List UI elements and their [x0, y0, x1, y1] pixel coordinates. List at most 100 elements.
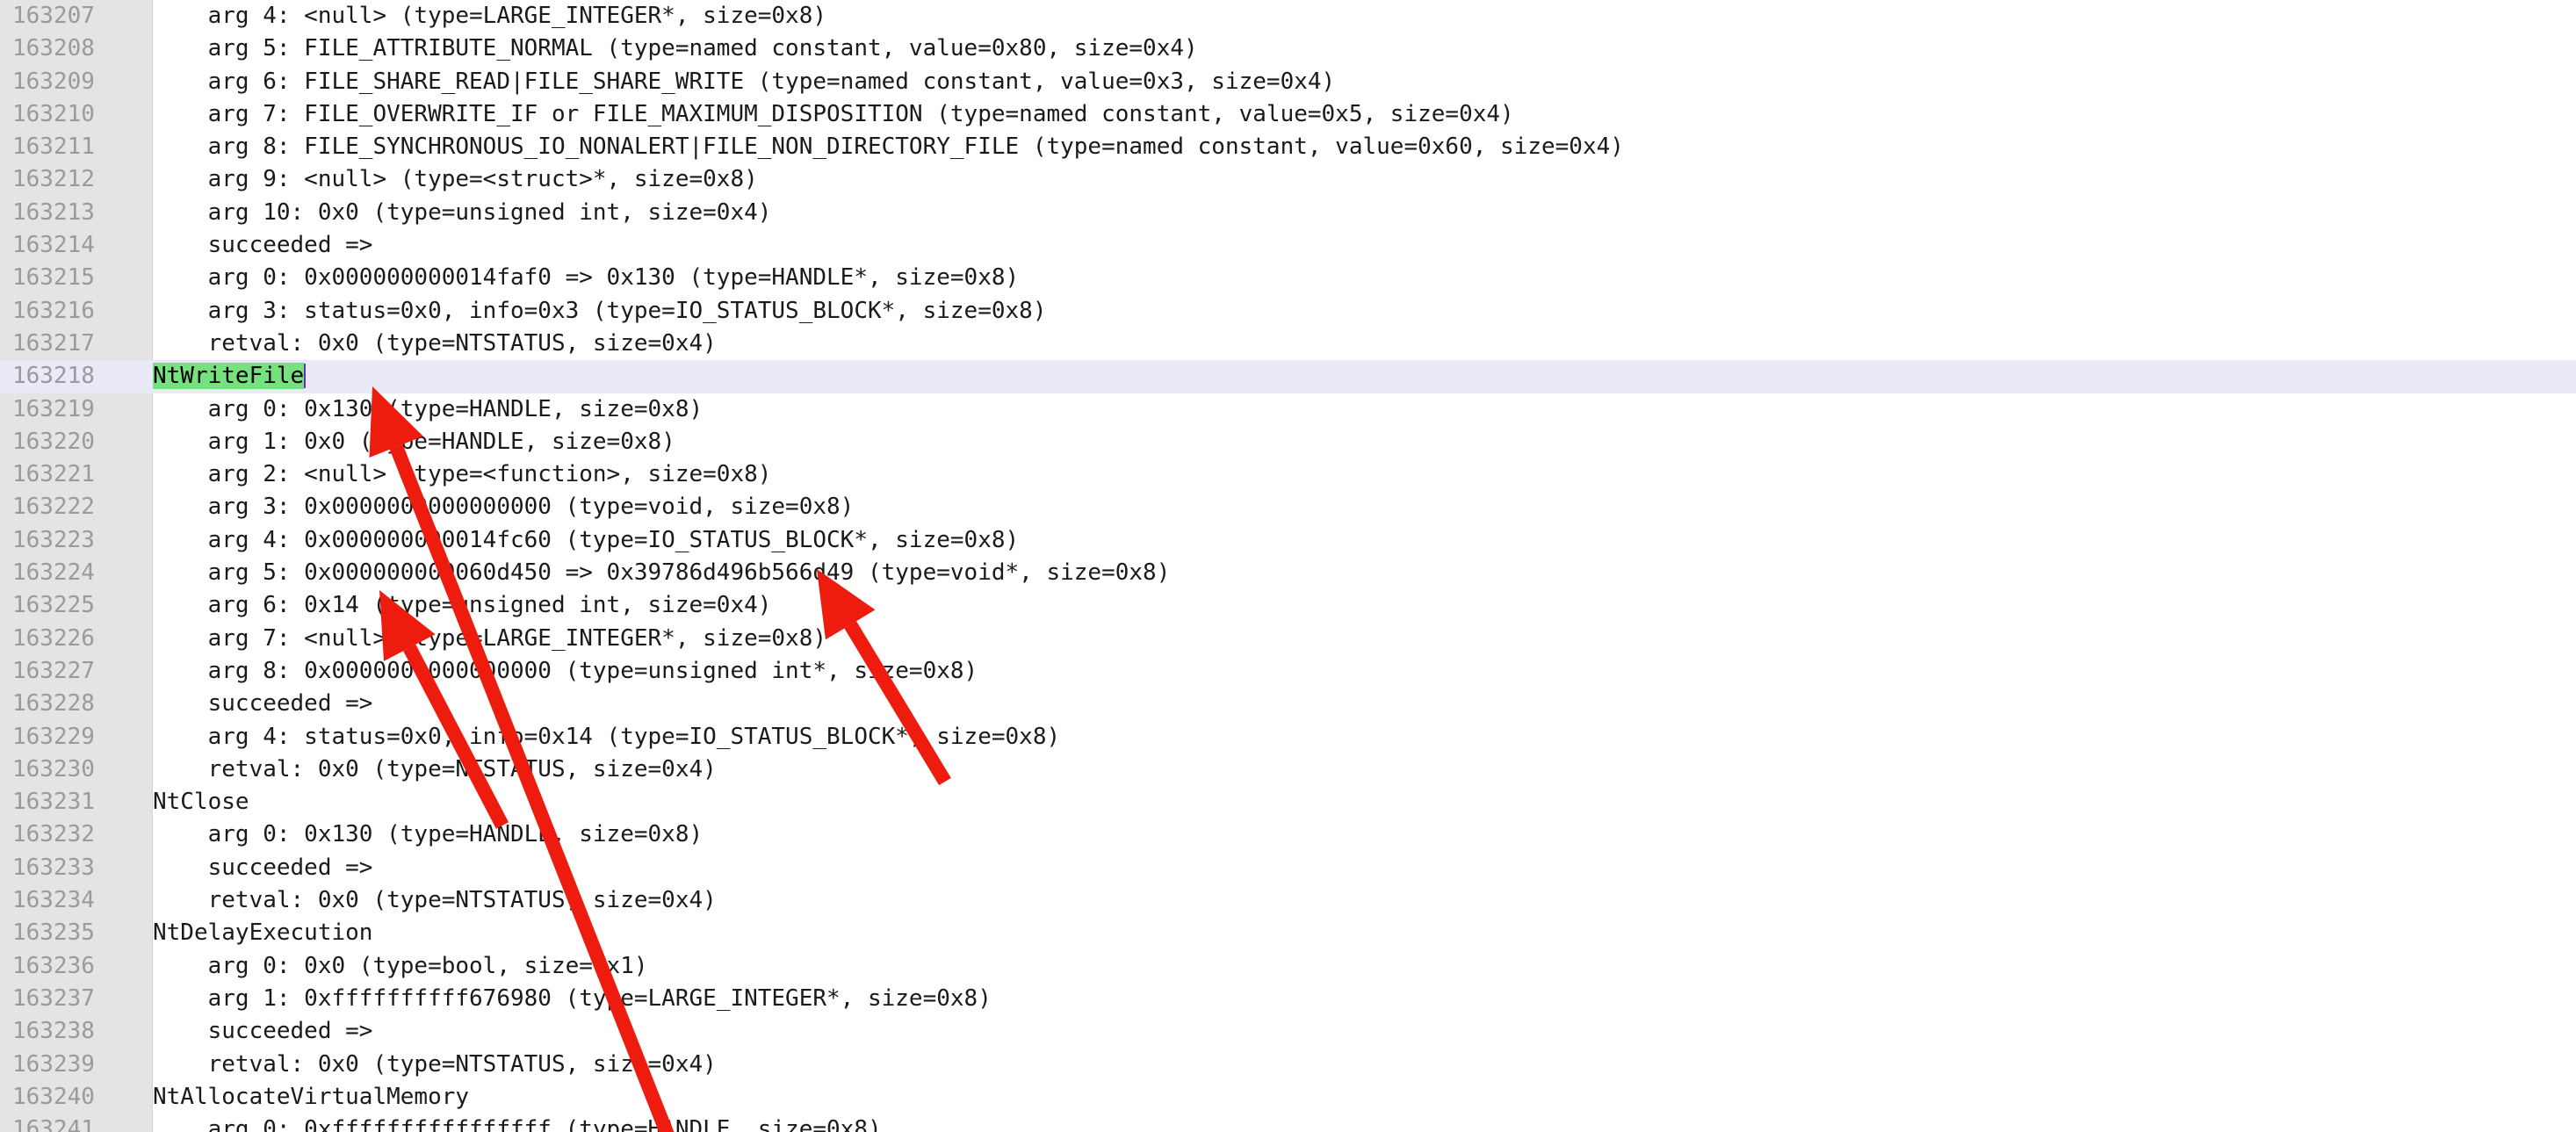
line-number: 163207 — [12, 3, 95, 29]
code-line-row[interactable]: 163226 arg 7: <null> (type=LARGE_INTEGER… — [0, 623, 2576, 655]
code-line-row[interactable]: 163225 arg 6: 0x14 (type=unsigned int, s… — [0, 589, 2576, 622]
code-line-text[interactable]: succeeded => — [153, 852, 373, 884]
code-line-text[interactable]: arg 5: FILE_ATTRIBUTE_NORMAL (type=named… — [153, 32, 1198, 65]
code-line-text[interactable]: arg 1: 0x0 (type=HANDLE, size=0x8) — [153, 426, 675, 458]
code-line-text[interactable]: succeeded => — [153, 688, 373, 720]
line-number: 163216 — [12, 297, 95, 324]
code-line-row[interactable]: 163208 arg 5: FILE_ATTRIBUTE_NORMAL (typ… — [0, 32, 2576, 65]
code-line-text[interactable]: arg 9: <null> (type=<struct>*, size=0x8) — [153, 163, 758, 196]
code-line-text[interactable]: arg 0: 0x130 (type=HANDLE, size=0x8) — [153, 393, 704, 426]
code-line-text[interactable]: succeeded => — [153, 1015, 373, 1048]
code-line-row[interactable]: 163221 arg 2: <null> (type=<function>, s… — [0, 458, 2576, 491]
line-number: 163229 — [12, 723, 95, 750]
code-line-row[interactable]: 163219 arg 0: 0x130 (type=HANDLE, size=0… — [0, 393, 2576, 426]
line-number: 163226 — [12, 624, 95, 652]
code-line-row[interactable]: 163229 arg 4: status=0x0, info=0x14 (typ… — [0, 721, 2576, 753]
code-line-row[interactable]: 163233 succeeded => — [0, 852, 2576, 884]
code-line-row[interactable]: 163210 arg 7: FILE_OVERWRITE_IF or FILE_… — [0, 98, 2576, 131]
code-line-row[interactable]: 163230 retval: 0x0 (type=NTSTATUS, size=… — [0, 753, 2576, 786]
code-line-row[interactable]: 163236 arg 0: 0x0 (type=bool, size=0x1) — [0, 950, 2576, 983]
selection-highlight: NtWriteFile — [153, 363, 305, 390]
line-number: 163215 — [12, 264, 95, 292]
code-line-text[interactable]: NtAllocateVirtualMemory — [153, 1081, 469, 1114]
line-number: 163221 — [12, 461, 95, 488]
code-line-row[interactable]: 163214 succeeded => — [0, 229, 2576, 262]
line-number: 163225 — [12, 592, 95, 619]
line-number: 163213 — [12, 198, 95, 226]
code-line-text[interactable]: arg 6: 0x14 (type=unsigned int, size=0x4… — [153, 589, 772, 622]
line-number: 163234 — [12, 887, 95, 914]
code-line-text[interactable]: arg 4: <null> (type=LARGE_INTEGER*, size… — [153, 0, 826, 32]
code-line-row[interactable]: 163238 succeeded => — [0, 1015, 2576, 1048]
line-number: 163219 — [12, 395, 95, 422]
code-line-row[interactable]: 163227 arg 8: 0x0000000000000000 (type=u… — [0, 655, 2576, 688]
code-line-row[interactable]: 163217 retval: 0x0 (type=NTSTATUS, size=… — [0, 328, 2576, 360]
code-line-text[interactable]: NtClose — [153, 786, 249, 818]
code-line-text[interactable]: arg 3: status=0x0, info=0x3 (type=IO_STA… — [153, 295, 1047, 328]
code-line-row[interactable]: 163220 arg 1: 0x0 (type=HANDLE, size=0x8… — [0, 426, 2576, 458]
code-line-text[interactable]: arg 3: 0x0000000000000000 (type=void, si… — [153, 491, 855, 523]
code-line-row[interactable]: 163222 arg 3: 0x0000000000000000 (type=v… — [0, 491, 2576, 523]
code-line-text[interactable]: arg 1: 0xffffffffff676980 (type=LARGE_IN… — [153, 983, 992, 1015]
text-caret — [304, 364, 307, 389]
line-number: 163232 — [12, 821, 95, 848]
code-line-text[interactable]: retval: 0x0 (type=NTSTATUS, size=0x4) — [153, 1049, 717, 1081]
line-number: 163210 — [12, 100, 95, 127]
line-number: 163212 — [12, 166, 95, 193]
code-line-row[interactable]: 163215 arg 0: 0x000000000014faf0 => 0x13… — [0, 262, 2576, 294]
code-line-text[interactable]: arg 4: status=0x0, info=0x14 (type=IO_ST… — [153, 721, 1061, 753]
code-line-row[interactable]: 163235 NtDelayExecution — [0, 917, 2576, 949]
line-number: 163209 — [12, 68, 95, 95]
code-line-row[interactable]: 163237 arg 1: 0xffffffffff676980 (type=L… — [0, 983, 2576, 1015]
code-line-text[interactable]: succeeded => — [153, 229, 373, 262]
line-number: 163217 — [12, 329, 95, 357]
line-number: 163237 — [12, 984, 95, 1012]
code-line-row[interactable]: 163231 NtClose — [0, 786, 2576, 818]
code-line-text[interactable]: arg 0: 0x000000000014faf0 => 0x130 (type… — [153, 262, 1020, 294]
code-line-row[interactable]: 163216 arg 3: status=0x0, info=0x3 (type… — [0, 295, 2576, 328]
code-line-row[interactable]: 163211 arg 8: FILE_SYNCHRONOUS_IO_NONALE… — [0, 131, 2576, 163]
code-line-text[interactable]: arg 0: 0xffffffffffffffff (type=HANDLE, … — [153, 1114, 882, 1132]
line-number: 163214 — [12, 232, 95, 259]
code-line-row[interactable]: 163228 succeeded => — [0, 688, 2576, 720]
line-number: 163236 — [12, 952, 95, 979]
code-line-text[interactable]: retval: 0x0 (type=NTSTATUS, size=0x4) — [153, 328, 717, 360]
code-line-text[interactable]: arg 7: FILE_OVERWRITE_IF or FILE_MAXIMUM… — [153, 98, 1514, 131]
code-line-row[interactable]: 163207 arg 4: <null> (type=LARGE_INTEGER… — [0, 0, 2576, 32]
code-line-text[interactable]: arg 0: 0x0 (type=bool, size=0x1) — [153, 950, 648, 983]
code-line-text[interactable]: arg 10: 0x0 (type=unsigned int, size=0x4… — [153, 197, 772, 229]
code-line-text[interactable]: NtWriteFile — [153, 360, 307, 393]
code-line-text[interactable]: arg 6: FILE_SHARE_READ|FILE_SHARE_WRITE … — [153, 66, 1336, 98]
log-viewer[interactable]: 163207 arg 4: <null> (type=LARGE_INTEGER… — [0, 0, 2576, 1132]
code-line-text[interactable]: arg 8: FILE_SYNCHRONOUS_IO_NONALERT|FILE… — [153, 131, 1624, 163]
code-rows-container[interactable]: 163207 arg 4: <null> (type=LARGE_INTEGER… — [0, 0, 2576, 1132]
line-number: 163239 — [12, 1050, 95, 1078]
code-line-row[interactable]: 163234 retval: 0x0 (type=NTSTATUS, size=… — [0, 884, 2576, 917]
code-line-row[interactable]: 163223 arg 4: 0x000000000014fc60 (type=I… — [0, 524, 2576, 557]
code-line-text[interactable]: arg 2: <null> (type=<function>, size=0x8… — [153, 458, 772, 491]
code-line-text[interactable]: arg 5: 0x000000000060d450 => 0x39786d496… — [153, 557, 1171, 589]
line-number: 163233 — [12, 854, 95, 881]
code-line-row[interactable]: 163232 arg 0: 0x130 (type=HANDLE, size=0… — [0, 818, 2576, 851]
line-number: 163224 — [12, 559, 95, 587]
line-number: 163240 — [12, 1083, 95, 1110]
code-line-row[interactable]: 163209 arg 6: FILE_SHARE_READ|FILE_SHARE… — [0, 66, 2576, 98]
code-line-row[interactable]: 163218 NtWriteFile — [0, 360, 2576, 393]
line-number: 163222 — [12, 494, 95, 521]
line-number: 163235 — [12, 919, 95, 947]
code-line-row[interactable]: 163239 retval: 0x0 (type=NTSTATUS, size=… — [0, 1049, 2576, 1081]
code-line-text[interactable]: arg 4: 0x000000000014fc60 (type=IO_STATU… — [153, 524, 1020, 557]
code-line-row[interactable]: 163240 NtAllocateVirtualMemory — [0, 1081, 2576, 1114]
line-number: 163238 — [12, 1018, 95, 1045]
code-line-text[interactable]: arg 0: 0x130 (type=HANDLE, size=0x8) — [153, 818, 704, 851]
code-line-row[interactable]: 163241 arg 0: 0xffffffffffffffff (type=H… — [0, 1114, 2576, 1132]
code-line-text[interactable]: arg 7: <null> (type=LARGE_INTEGER*, size… — [153, 623, 826, 655]
line-number: 163228 — [12, 690, 95, 717]
code-line-row[interactable]: 163212 arg 9: <null> (type=<struct>*, si… — [0, 163, 2576, 196]
code-line-text[interactable]: NtDelayExecution — [153, 917, 372, 949]
code-line-text[interactable]: retval: 0x0 (type=NTSTATUS, size=0x4) — [153, 884, 717, 917]
code-line-row[interactable]: 163224 arg 5: 0x000000000060d450 => 0x39… — [0, 557, 2576, 589]
code-line-text[interactable]: arg 8: 0x0000000000000000 (type=unsigned… — [153, 655, 978, 688]
code-line-text[interactable]: retval: 0x0 (type=NTSTATUS, size=0x4) — [153, 753, 717, 786]
code-line-row[interactable]: 163213 arg 10: 0x0 (type=unsigned int, s… — [0, 197, 2576, 229]
